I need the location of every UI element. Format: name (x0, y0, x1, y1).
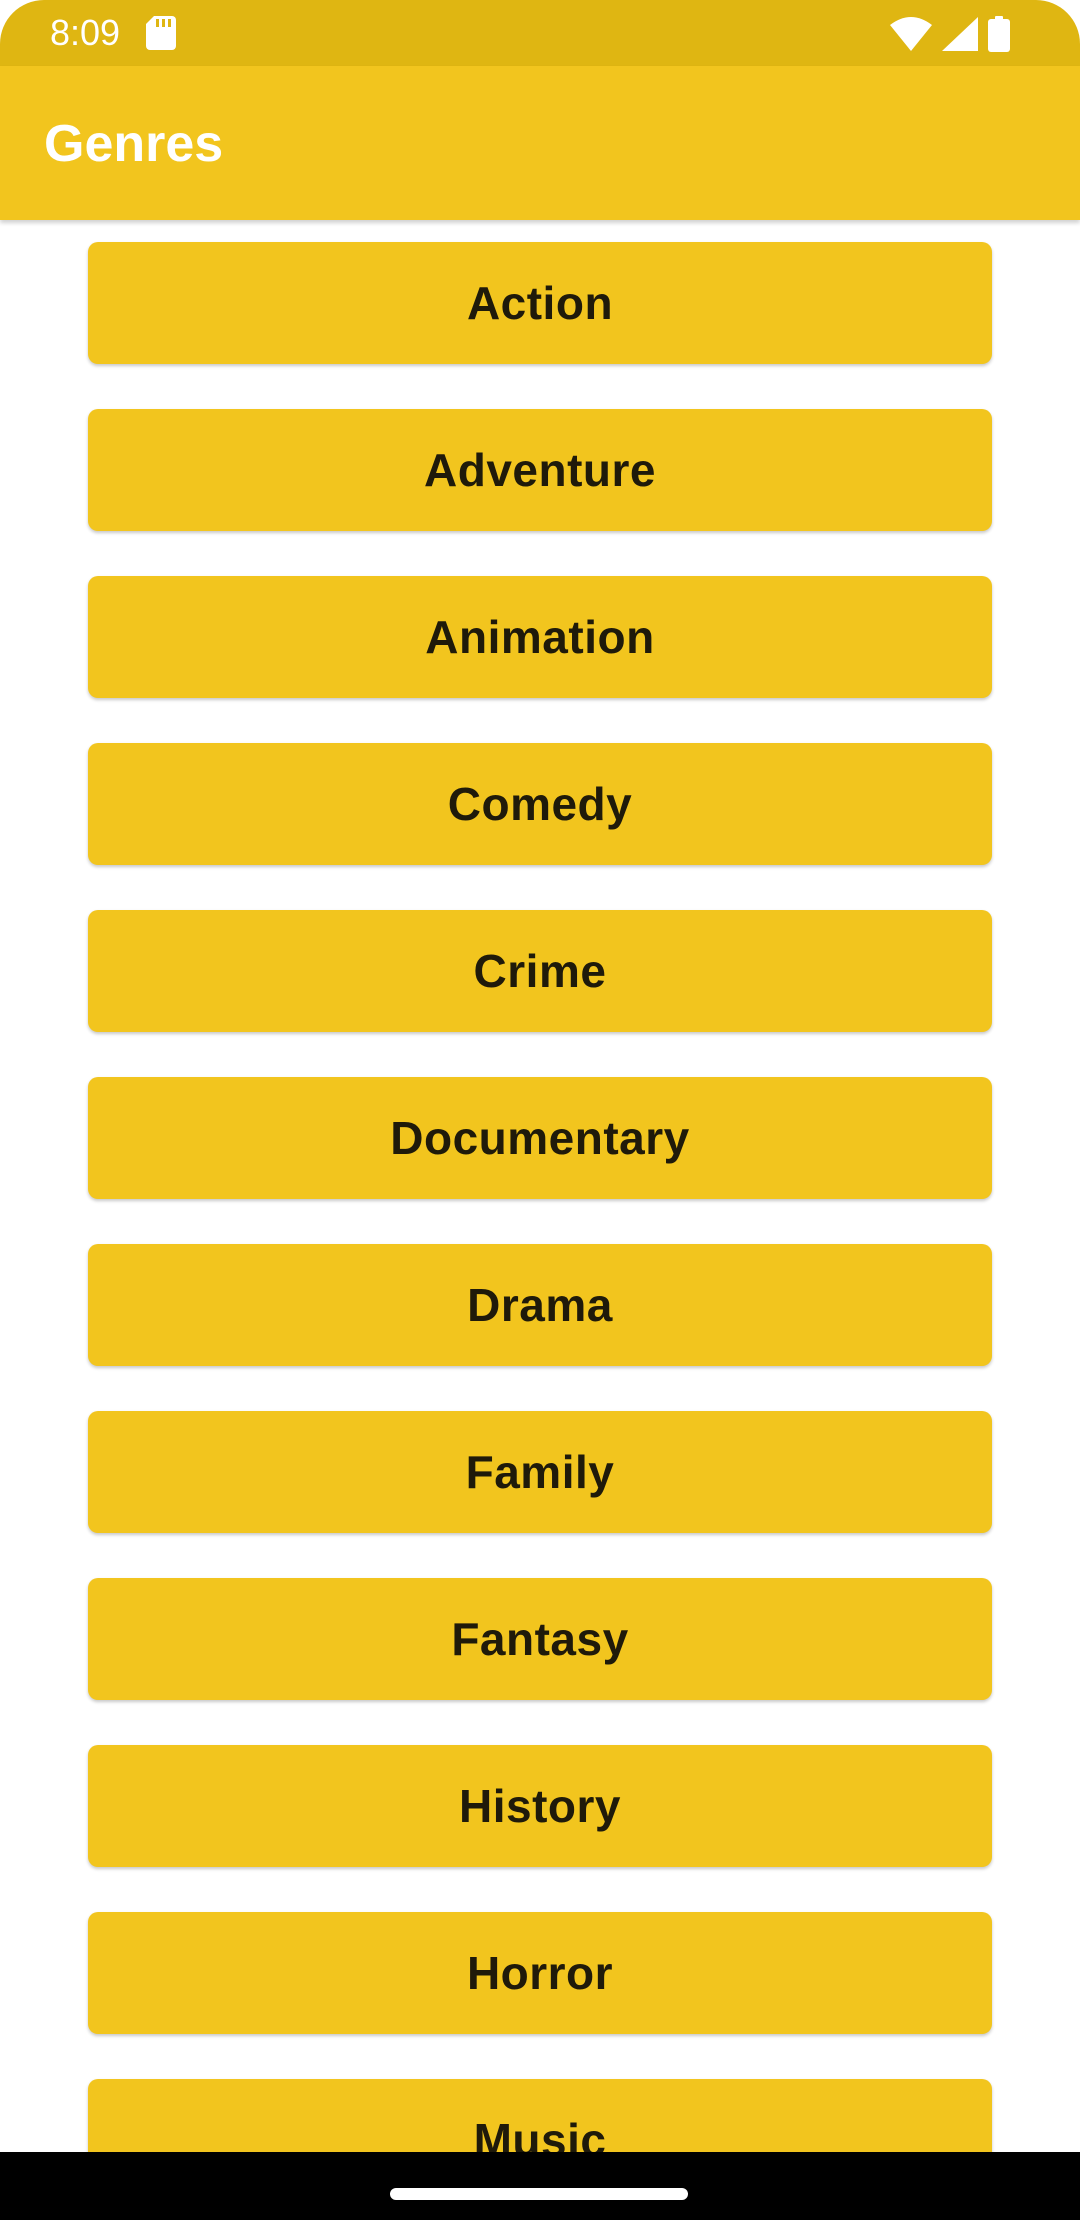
status-time: 8:09 (50, 12, 121, 53)
genre-label: Crime (473, 945, 607, 997)
genre-label: Comedy (447, 778, 633, 830)
status-bar: 8:09 (0, 0, 1080, 66)
genre-button-horror[interactable]: Horror (88, 1912, 992, 2034)
home-gesture-handle[interactable] (390, 2188, 688, 2200)
genre-button-documentary[interactable]: Documentary (88, 1077, 992, 1199)
genre-button-fantasy[interactable]: Fantasy (88, 1578, 992, 1700)
genre-button-comedy[interactable]: Comedy (88, 743, 992, 865)
genre-label: Documentary (390, 1112, 690, 1164)
screen: 8:09 Genres Action Adventure Animation C… (0, 0, 1080, 2220)
genre-label: Fantasy (451, 1613, 629, 1665)
genre-button-adventure[interactable]: Adventure (88, 409, 992, 531)
cellular-signal-icon (942, 17, 978, 51)
genre-button-action[interactable]: Action (88, 242, 992, 364)
battery-icon (988, 16, 1010, 52)
navigation-bar (0, 2152, 1080, 2220)
genre-button-music[interactable]: Music (88, 2079, 992, 2152)
genre-button-family[interactable]: Family (88, 1411, 992, 1533)
app-bar: Genres (0, 66, 1080, 220)
genre-label: Animation (425, 611, 655, 663)
genre-label: Drama (467, 1279, 613, 1331)
genre-label: Action (466, 277, 614, 329)
genre-label: History (459, 1780, 621, 1832)
genre-label: Horror (466, 1947, 614, 1999)
status-icons (890, 14, 1010, 54)
page-title: Genres (44, 115, 224, 173)
genre-label: Music (473, 2114, 607, 2152)
genre-label: Adventure (424, 444, 656, 496)
wifi-icon (890, 17, 932, 51)
genre-button-crime[interactable]: Crime (88, 910, 992, 1032)
genre-button-history[interactable]: History (88, 1745, 992, 1867)
genre-label: Family (465, 1446, 615, 1498)
genre-list[interactable]: Action Adventure Animation Comedy Crime … (0, 220, 1080, 2152)
genre-button-drama[interactable]: Drama (88, 1244, 992, 1366)
sd-card-icon (146, 16, 176, 50)
genre-button-animation[interactable]: Animation (88, 576, 992, 698)
